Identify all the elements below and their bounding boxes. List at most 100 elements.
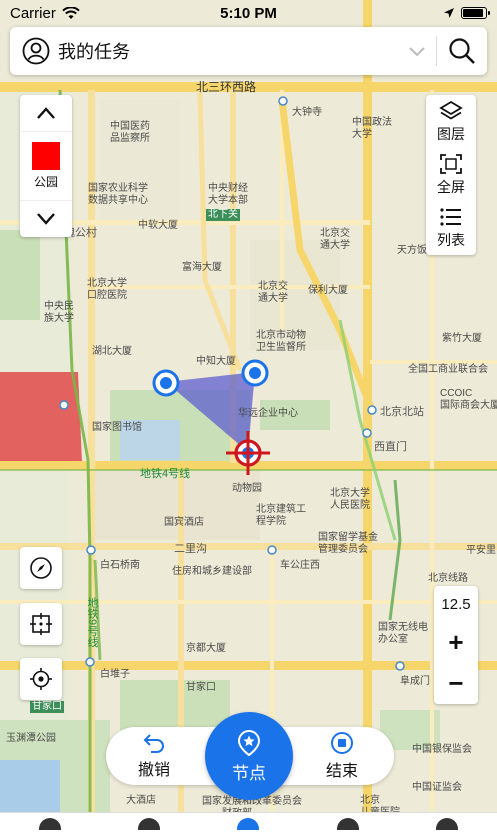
fullscreen-icon <box>440 153 462 174</box>
poi-label: 国家无线电 办公室 <box>378 622 428 645</box>
task-search-bar[interactable]: 我的任务 <box>10 27 487 75</box>
poi-label: 中软大厦 <box>138 220 178 231</box>
fullscreen-button[interactable]: 全屏 <box>426 148 476 201</box>
my-location-button[interactable] <box>20 658 62 700</box>
poi-label: 中央财经 大学本部 <box>208 183 248 206</box>
fullscreen-label: 全屏 <box>437 178 465 195</box>
layer-selector: 公园 <box>20 95 72 237</box>
layers-icon <box>439 100 463 120</box>
layers-button[interactable]: 图层 <box>426 95 476 148</box>
poi-label: 大酒店 <box>126 795 156 806</box>
poi-label: 北京市动物 卫生监督所 <box>256 330 306 353</box>
poi-label: 湖北大厦 <box>92 346 132 357</box>
station-label: 平安里 <box>466 545 496 556</box>
poi-label: 京都大厦 <box>186 643 226 654</box>
compass-button[interactable] <box>20 547 62 589</box>
layer-color-swatch <box>32 142 60 170</box>
layers-label: 图层 <box>437 125 465 142</box>
poi-label: 北京大学 人民医院 <box>330 488 370 511</box>
poi-label: 紫竹大厦 <box>442 333 482 344</box>
poi-label: 国家农业科学 数据共享中心 <box>88 183 148 206</box>
poi-label: 国家留学基金 管理委员会 <box>318 532 378 555</box>
center-map-button[interactable] <box>20 603 62 645</box>
layer-prev-button[interactable] <box>20 95 72 131</box>
station-label: 二里沟 <box>174 543 207 555</box>
add-node-button[interactable]: 节点 <box>205 712 293 800</box>
poi-label: 北京线路 <box>428 573 468 584</box>
station-label: 西直门 <box>374 441 407 453</box>
poi-label: 中国政法 大学 <box>352 117 392 140</box>
end-button[interactable]: 结束 <box>302 727 382 785</box>
tab-icon[interactable] <box>336 818 359 830</box>
poi-label: 甘家口 <box>186 682 216 693</box>
chevron-down-icon <box>37 213 55 225</box>
task-selector-title[interactable]: 我的任务 <box>58 38 406 64</box>
compass-icon <box>30 557 52 579</box>
map-view[interactable]: 北三环西路 大钟寺 中国政法 大学 中国医药 品监察所 国家农业科学 数据共享中… <box>0 0 497 833</box>
tab-icon[interactable] <box>138 818 161 830</box>
poi-label: 中国银保监会 <box>412 744 472 755</box>
undo-label: 撤销 <box>137 762 170 779</box>
list-icon <box>440 207 461 226</box>
crosshair-frame-icon <box>30 613 52 635</box>
station-label: 北下关 <box>206 209 240 221</box>
poi-label: 中央民 族大学 <box>44 301 74 324</box>
poi-label: 北京大学 口腔医院 <box>87 278 127 301</box>
search-icon <box>449 38 475 64</box>
poi-label: 国家图书馆 <box>92 422 142 433</box>
layer-item-park[interactable]: 公园 <box>20 131 72 201</box>
station-label: 白石桥南 <box>100 560 140 571</box>
map-pin-star-icon <box>237 729 261 756</box>
tab-icon[interactable] <box>436 818 459 830</box>
road-label: 北三环西路 <box>196 80 257 94</box>
layer-next-button[interactable] <box>20 201 72 237</box>
user-icon[interactable] <box>22 37 50 65</box>
map-tool-panel: 图层 全屏 列表 <box>426 95 476 255</box>
undo-icon <box>143 734 164 753</box>
layer-label: 公园 <box>33 175 58 189</box>
tab-icon[interactable] <box>38 818 61 830</box>
poi-label: 北京建筑工 程学院 <box>256 504 306 527</box>
poi-label: CCOIC 国际商会大厦 <box>440 388 497 411</box>
poi-label: 中国医药 品监察所 <box>110 121 150 144</box>
poi-label: 中国证监会 <box>412 782 462 793</box>
station-label: 动物园 <box>232 483 262 494</box>
zoom-level: 12.5 <box>441 595 471 613</box>
location-arrow-icon <box>444 8 454 18</box>
station-label: 阜成门 <box>400 676 430 687</box>
undo-button[interactable]: 撤销 <box>114 727 194 785</box>
tab-icon[interactable] <box>237 818 260 830</box>
poi-label: 保利大厦 <box>308 285 348 296</box>
poi-label: 富海大厦 <box>182 262 222 273</box>
chevron-down-icon[interactable] <box>406 40 428 62</box>
node-label: 节点 <box>232 763 266 783</box>
tab-bar <box>0 812 497 833</box>
station-label: 车公庄西 <box>280 560 320 571</box>
station-label: 北京北站 <box>380 406 424 418</box>
zoom-control: 12.5 + − <box>434 586 478 704</box>
locate-icon <box>30 668 52 690</box>
poi-label: 大钟寺 <box>292 107 322 118</box>
wifi-icon <box>62 6 80 19</box>
battery-icon <box>461 7 490 19</box>
poi-label: 玉渊潭公园 <box>6 733 56 744</box>
status-bar: Carrier 5:10 PM <box>0 0 497 26</box>
list-button[interactable]: 列表 <box>426 201 476 254</box>
metro-label: 地铁4号线 <box>140 468 191 480</box>
chevron-up-icon <box>37 107 55 119</box>
poi-label: 中知大厦 <box>196 356 236 367</box>
poi-label: 北京交 通大学 <box>258 281 288 304</box>
end-label: 结束 <box>325 763 358 780</box>
search-button[interactable] <box>437 27 487 75</box>
zoom-out-button[interactable]: − <box>434 663 478 704</box>
list-label: 列表 <box>437 231 465 248</box>
poi-label: 全国工商业联合会 <box>408 364 488 375</box>
carrier-label: Carrier <box>10 4 56 22</box>
poi-label: 住房和城乡建设部 <box>172 566 252 577</box>
station-label: 甘家口 <box>30 701 64 713</box>
stop-icon <box>331 732 353 754</box>
metro-label: 地铁9号线 <box>86 597 98 648</box>
poi-label: 北京交 通大学 <box>320 228 350 251</box>
zoom-in-button[interactable]: + <box>434 622 478 663</box>
station-label: 白堆子 <box>100 669 130 680</box>
